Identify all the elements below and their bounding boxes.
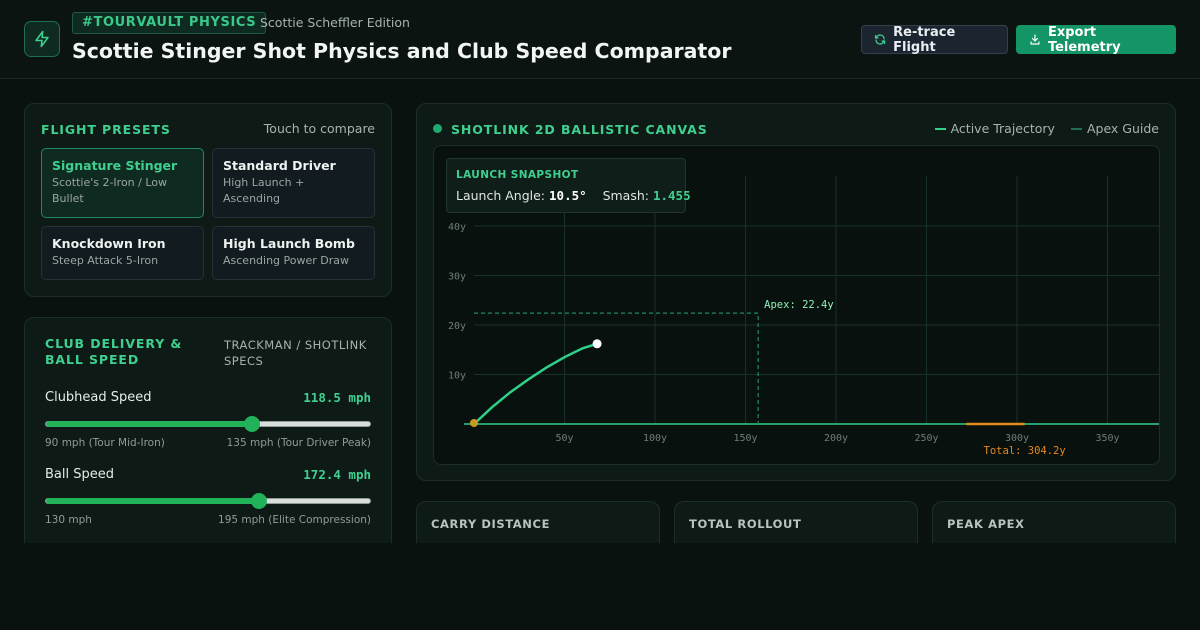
- preset-desc: Steep Attack 5-Iron: [52, 254, 159, 267]
- launch-snapshot-values: Launch Angle: 10.5° Smash: 1.455: [456, 188, 691, 203]
- preset-name: Signature Stinger: [52, 158, 178, 173]
- tee-marker: [470, 419, 478, 427]
- clubhead-speed-label: Clubhead Speed: [45, 390, 152, 405]
- x-tick-label: 150y: [733, 433, 757, 444]
- live-indicator-dot: [433, 124, 442, 133]
- y-tick-label: 10y: [448, 371, 466, 382]
- total-label: Total: 304.2y: [984, 445, 1066, 457]
- clubhead-min-label: 90 mph (Tour Mid-Iron): [45, 437, 165, 449]
- preset-name: High Launch Bomb: [223, 236, 355, 251]
- ballistic-canvas-title: SHOTLINK 2D BALLISTIC CANVAS: [451, 122, 708, 137]
- edition-label: Scottie Scheffler Edition: [260, 15, 410, 30]
- preset-knockdown-iron[interactable]: Knockdown Iron Steep Attack 5-Iron: [41, 226, 204, 280]
- legend-active-label: Active Trajectory: [950, 121, 1055, 136]
- export-telemetry-button[interactable]: Export Telemetry: [1016, 24, 1176, 55]
- launch-angle-label: Launch Angle:: [456, 188, 546, 203]
- legend-swatch: [1070, 127, 1082, 130]
- x-tick-label: 300y: [1005, 433, 1029, 444]
- preset-name: Knockdown Iron: [52, 236, 166, 251]
- brand-tag: #TOURVAULT PHYSICS: [72, 12, 267, 34]
- slider-fill: [46, 498, 259, 504]
- club-delivery-title: CLUB DELIVERY & BALL SPEED: [45, 336, 183, 367]
- page-title: Scottie Stinger Shot Physics and Club Sp…: [72, 39, 732, 63]
- smash-label: Smash:: [602, 188, 649, 203]
- launch-angle-value: 10.5°: [549, 188, 587, 203]
- clubhead-speed-value: 118.5 mph: [303, 390, 371, 405]
- ballistic-canvas-panel: SHOTLINK 2D BALLISTIC CANVAS Active Traj…: [416, 103, 1176, 481]
- smash-value: 1.455: [652, 188, 691, 203]
- total-rollout-label: TOTAL ROLLOUT: [689, 517, 802, 531]
- chart-legend: Active Trajectory Apex Guide: [934, 121, 1159, 136]
- carry-distance-label: CARRY DISTANCE: [431, 517, 551, 531]
- flight-presets-title: FLIGHT PRESETS: [41, 122, 171, 137]
- x-tick-label: 100y: [643, 433, 667, 444]
- viewport-bottom: [0, 543, 1200, 630]
- x-tick-label: 350y: [1095, 433, 1119, 444]
- legend-swatch: [934, 127, 946, 130]
- preset-standard-driver[interactable]: Standard Driver High Launch + Ascending: [212, 148, 375, 218]
- preset-desc: Scottie's 2-Iron / Low Bullet: [52, 176, 168, 205]
- refresh-icon: [874, 34, 886, 45]
- x-tick-label: 200y: [824, 433, 848, 444]
- trajectory-plot[interactable]: 10y 20y 30y 40y 50y 100y 150y 200y 250y 300y 350y A…: [433, 145, 1160, 465]
- ball-marker: [592, 339, 602, 349]
- preset-desc: High Launch + Ascending: [223, 176, 305, 205]
- retrace-flight-button[interactable]: Re-trace Flight: [861, 24, 1008, 55]
- legend-active-trajectory: Active Trajectory: [934, 121, 1055, 136]
- apex-guide: [474, 312, 759, 424]
- preset-high-launch-bomb[interactable]: High Launch Bomb Ascending Power Draw: [212, 226, 375, 280]
- preset-desc: Ascending Power Draw: [223, 254, 350, 267]
- ball-max-label: 195 mph (Elite Compression): [218, 514, 371, 526]
- retrace-flight-label: Re-trace Flight: [893, 24, 956, 55]
- x-tick-label: 250y: [914, 433, 938, 444]
- download-icon: [1030, 34, 1040, 45]
- launch-snapshot-card: LAUNCH SNAPSHOT Launch Angle: 10.5° Smas…: [446, 158, 691, 213]
- y-tick-label: 20y: [448, 321, 466, 332]
- active-trajectory-line: [472, 342, 599, 426]
- ball-speed-value: 172.4 mph: [303, 467, 371, 482]
- slider-fill: [46, 421, 253, 427]
- legend-apex-guide: Apex Guide: [1070, 121, 1159, 136]
- slider-thumb[interactable]: [244, 416, 261, 432]
- app-header: #TOURVAULT PHYSICS Scottie Scheffler Edi…: [0, 0, 1200, 79]
- ball-min-label: 130 mph: [45, 514, 92, 526]
- clubhead-speed-slider[interactable]: [45, 416, 371, 432]
- bolt-icon: [24, 21, 60, 57]
- touch-to-compare-hint: Touch to compare: [263, 121, 375, 136]
- y-tick-label: 40y: [448, 222, 466, 233]
- peak-apex-label: PEAK APEX: [947, 517, 1025, 531]
- x-tick-label: 50y: [555, 433, 573, 444]
- launch-snapshot-title: LAUNCH SNAPSHOT: [456, 169, 579, 181]
- apex-label: Apex: 22.4y: [764, 299, 834, 311]
- club-delivery-panel: CLUB DELIVERY & BALL SPEED TRACKMAN / SH…: [24, 317, 392, 557]
- slider-thumb[interactable]: [250, 493, 267, 509]
- export-telemetry-label: Export Telemetry: [1047, 24, 1121, 55]
- ball-speed-label: Ball Speed: [45, 467, 114, 482]
- preset-signature-stinger[interactable]: Signature Stinger Scottie's 2-Iron / Low…: [41, 148, 204, 218]
- clubhead-max-label: 135 mph (Tour Driver Peak): [226, 437, 371, 449]
- ball-speed-slider[interactable]: [45, 493, 371, 509]
- trackman-specs-label: TRACKMAN / SHOTLINK SPECS: [224, 338, 367, 368]
- flight-presets-panel: FLIGHT PRESETS Touch to compare Signatur…: [24, 103, 392, 297]
- y-tick-label: 30y: [448, 272, 466, 283]
- preset-name: Standard Driver: [223, 158, 336, 173]
- legend-apex-label: Apex Guide: [1086, 121, 1159, 136]
